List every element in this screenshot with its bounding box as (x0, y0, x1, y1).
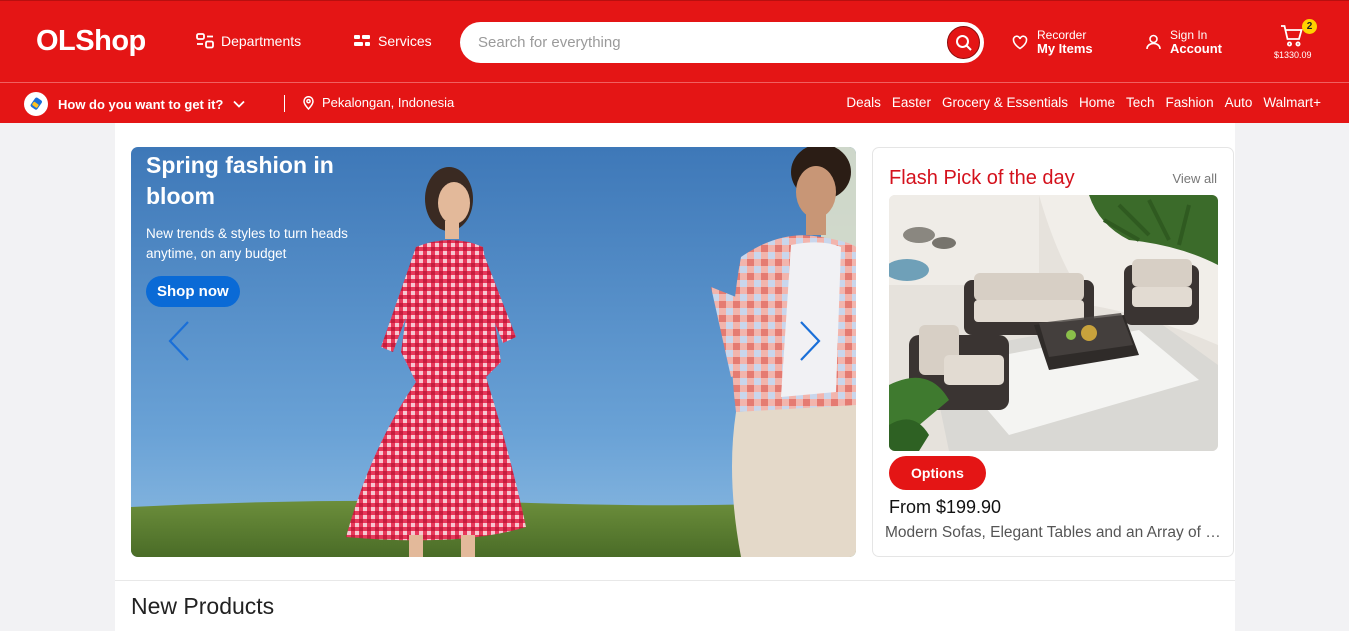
product-image[interactable] (889, 195, 1218, 451)
hero-subtitle: New trends & styles to turn heads anytim… (146, 226, 348, 261)
hero-title: Spring fashion in bloom (146, 152, 334, 209)
section-divider (115, 580, 1235, 581)
departments-button[interactable]: Departments (196, 33, 301, 49)
account-bold-label: Account (1170, 41, 1222, 56)
category-link-grocery[interactable]: Grocery & Essentials (942, 95, 1068, 110)
view-all-link[interactable]: View all (1172, 171, 1217, 186)
delivery-badge-icon (24, 92, 48, 116)
search-icon (955, 34, 972, 51)
options-button[interactable]: Options (889, 456, 986, 490)
search-button[interactable] (947, 26, 980, 59)
main-content: Spring fashion in bloom New trends & sty… (115, 123, 1235, 631)
heart-icon (1012, 34, 1028, 49)
chevron-down-icon (233, 100, 246, 108)
category-link-easter[interactable]: Easter (892, 95, 931, 110)
cart-button[interactable]: 2 $1330.09 (1272, 19, 1317, 65)
new-products-heading: New Products (131, 593, 275, 619)
category-link-tech[interactable]: Tech (1126, 95, 1155, 110)
cart-total: $1330.09 (1274, 50, 1312, 60)
delivery-method-selector[interactable]: How do you want to get it? (24, 92, 246, 116)
divider (284, 95, 285, 112)
carousel-next-arrow-icon[interactable] (794, 319, 824, 363)
category-link-walmart-plus[interactable]: Walmart+ (1263, 95, 1321, 110)
account-small-label: Sign In (1170, 28, 1208, 42)
hero-banner[interactable]: Spring fashion in bloom New trends & sty… (131, 147, 856, 557)
services-label: Services (378, 33, 432, 49)
reorder-button[interactable]: Recorder My Items (1012, 28, 1093, 56)
user-icon (1146, 34, 1161, 50)
delivery-bar: How do you want to get it? Pekalongan, I… (0, 82, 1349, 123)
location-pin-icon (303, 95, 314, 110)
services-button[interactable]: Services (353, 33, 432, 49)
reorder-bold-label: My Items (1037, 41, 1093, 56)
shop-now-button[interactable]: Shop now (146, 276, 240, 307)
cart-count-badge: 2 (1302, 19, 1317, 34)
category-nav: Deals Easter Grocery & Essentials Home T… (846, 95, 1321, 110)
search-input[interactable] (460, 22, 947, 63)
location-label: Pekalongan, Indonesia (322, 95, 455, 110)
location-selector[interactable]: Pekalongan, Indonesia (303, 95, 454, 110)
account-button[interactable]: Sign In Account (1146, 28, 1222, 56)
logo[interactable]: OLShop (36, 25, 146, 58)
flash-pick-title: Flash Pick of the day (889, 167, 1075, 189)
category-link-home[interactable]: Home (1079, 95, 1115, 110)
top-header: OLShop Departments Services Recorder My … (0, 0, 1349, 82)
services-icon (354, 35, 370, 46)
search-bar (460, 22, 984, 63)
category-link-fashion[interactable]: Fashion (1166, 95, 1214, 110)
delivery-label: How do you want to get it? (58, 96, 224, 112)
cart-icon (1281, 25, 1303, 47)
departments-icon (196, 33, 214, 49)
departments-label: Departments (221, 33, 302, 49)
flash-pick-card: Flash Pick of the day View all Options F… (872, 147, 1234, 557)
reorder-small-label: Recorder (1037, 28, 1087, 42)
product-description[interactable]: Modern Sofas, Elegant Tables and an Arra… (885, 524, 1225, 542)
category-link-deals[interactable]: Deals (846, 95, 881, 110)
carousel-prev-arrow-icon[interactable] (165, 319, 195, 363)
category-link-auto[interactable]: Auto (1225, 95, 1253, 110)
product-price: From $199.90 (889, 497, 1002, 517)
